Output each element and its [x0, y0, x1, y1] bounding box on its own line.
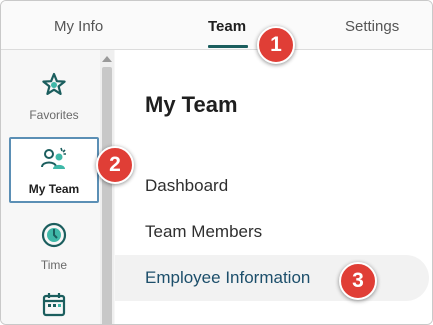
link-employee-information[interactable]: Employee Information [145, 268, 310, 288]
sidebar-item-my-team[interactable]: My Team [9, 137, 99, 203]
sidebar-item-favorites[interactable]: Favorites [9, 64, 99, 128]
tab-my-info[interactable]: My Info [54, 18, 103, 35]
link-team-members[interactable]: Team Members [145, 222, 262, 242]
calendar-icon [40, 290, 68, 323]
sidebar: Favorites My Team Time [1, 50, 115, 324]
tab-settings[interactable]: Settings [345, 18, 399, 35]
sidebar-item-label: Time [40, 257, 68, 272]
tab-team[interactable]: Team [208, 18, 246, 35]
callout-badge: 1 [257, 26, 295, 64]
main-content: My Team Dashboard Team Members Employee … [115, 50, 432, 324]
active-tab-indicator [208, 45, 248, 48]
page-title: My Team [145, 92, 238, 117]
top-tab-bar: My Info Team Settings [1, 1, 432, 50]
callout-badge: 3 [339, 262, 377, 300]
callout-badge: 2 [96, 146, 134, 184]
scroll-up-icon[interactable] [102, 56, 112, 62]
sidebar-item-time[interactable]: Time [9, 214, 99, 278]
link-dashboard[interactable]: Dashboard [145, 176, 228, 196]
sidebar-item-label: My Team [28, 181, 80, 196]
team-icon [39, 145, 69, 178]
clock-icon [40, 221, 68, 254]
sidebar-item-calendar[interactable] [9, 290, 99, 324]
scrollbar-thumb[interactable] [102, 67, 112, 324]
star-icon [40, 71, 68, 104]
sidebar-item-label: Favorites [29, 107, 79, 122]
app-window: My Info Team Settings Favorites My Team … [0, 0, 433, 325]
